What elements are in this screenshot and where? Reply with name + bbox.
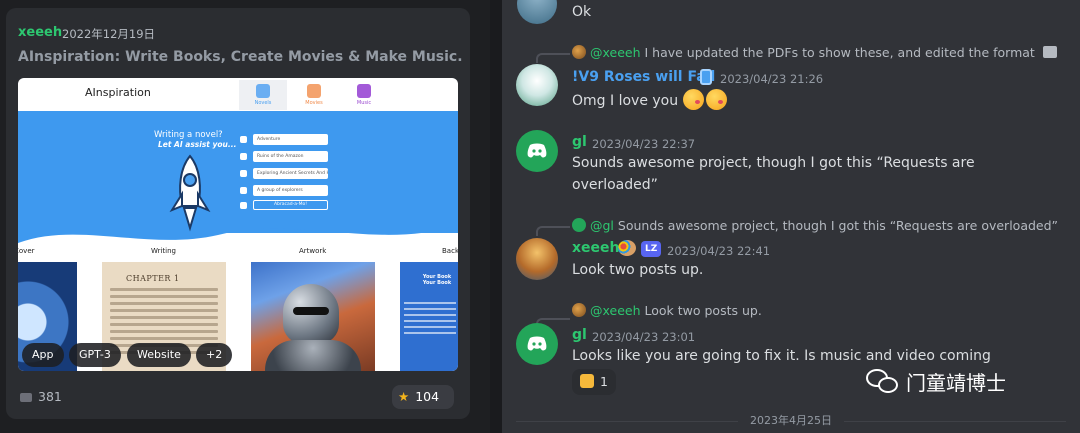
reply-text: I have updated the PDFs to show these, a… xyxy=(644,45,1035,60)
message-text: Sounds awesome project, though I got thi… xyxy=(572,155,975,193)
tag-gpt3[interactable]: GPT-3 xyxy=(69,343,121,367)
watermark-text: 门童靖博士 xyxy=(906,371,1006,395)
reply-preview[interactable]: @xeeeh Look two posts up. xyxy=(572,303,762,318)
reaction-count: 1 xyxy=(600,374,608,389)
post-author[interactable]: xeeeh xyxy=(18,25,62,40)
avatar xyxy=(572,303,586,317)
role-badge[interactable]: LZ xyxy=(641,241,662,257)
text-lines xyxy=(404,302,456,338)
preview-section-artwork: Artwork xyxy=(299,247,327,255)
back-tile: Your Book Your Book xyxy=(400,262,458,371)
robot-body xyxy=(265,340,361,371)
pane-divider xyxy=(490,0,502,433)
watermark: 门童靖博士 xyxy=(866,367,1006,396)
avatar xyxy=(572,218,586,232)
discord-logo-icon xyxy=(527,336,547,351)
forum-post-card[interactable]: xeeeh 2022年12月19日 AInspiration: Write Bo… xyxy=(6,8,470,419)
reply-connector xyxy=(536,53,570,63)
date-separator: 2023年4月25日 xyxy=(750,414,832,427)
preview-field-setting: Ruins of the Amazon xyxy=(253,151,328,162)
preview-section-writing: Writing xyxy=(151,247,176,255)
post-date: 2022年12月19日 xyxy=(62,27,156,41)
avatar[interactable] xyxy=(517,0,557,24)
settings-icon xyxy=(240,202,247,209)
username[interactable]: gl xyxy=(572,327,587,343)
preview-tab-music: Music xyxy=(340,80,388,110)
reply-connector xyxy=(536,226,570,236)
preview-generate-button: Abracad-a-Mo! xyxy=(253,200,328,210)
preview-tab-label: Music xyxy=(356,100,372,106)
comment-count-value: 381 xyxy=(38,389,62,404)
chat-bubble-icon xyxy=(20,393,32,402)
avatar[interactable] xyxy=(516,238,558,280)
kissing-face-icon xyxy=(682,89,704,110)
username[interactable]: gl xyxy=(572,134,587,150)
timestamp: 2023/04/23 21:26 xyxy=(720,72,824,86)
location-icon xyxy=(240,153,247,160)
username[interactable]: xeeeh xyxy=(572,240,619,256)
preview-field-plot: Exploring Ancient Secrets And Hidd... xyxy=(253,168,328,179)
reply-text: Sounds awesome project, though I got thi… xyxy=(617,218,1059,233)
preview-section-back: Back xyxy=(442,247,458,255)
preview-subheadline: Let AI assist you... xyxy=(158,140,237,149)
avatar[interactable] xyxy=(516,64,558,106)
rocket-illustration xyxy=(169,154,211,232)
message-body: Omg I love you xyxy=(572,93,679,109)
reply-username: @gl xyxy=(590,218,614,233)
back-title: Your Book Your Book xyxy=(422,274,452,286)
preview-tab-label: Novels xyxy=(254,100,272,106)
tag-website[interactable]: Website xyxy=(127,343,191,367)
reaction-thumbs-up[interactable]: 1 xyxy=(572,369,616,395)
tag-app[interactable]: App xyxy=(22,343,64,367)
robot-visor xyxy=(293,307,329,315)
preview-wave xyxy=(18,213,458,243)
preview-field-genre: Adventure xyxy=(253,134,328,145)
genre-icon xyxy=(240,136,247,143)
comment-count[interactable]: 381 xyxy=(20,389,62,404)
kissing-face-icon xyxy=(705,89,727,110)
timestamp: 2023/04/23 23:01 xyxy=(592,330,696,344)
avatar[interactable] xyxy=(516,323,558,365)
star-reaction-button[interactable]: ★ 104 xyxy=(392,385,454,409)
rocket-icon xyxy=(256,84,270,98)
message-text: Ok xyxy=(572,4,592,20)
preview-tab-novels: Novels xyxy=(239,80,287,110)
preview-tab-movies: Movies xyxy=(290,80,338,110)
discord-logo-icon xyxy=(527,143,547,158)
reply-username: @xeeeh xyxy=(590,45,641,60)
characters-icon xyxy=(240,187,247,194)
preview-section-cover: Cover xyxy=(18,247,35,255)
username[interactable]: !V9 Roses will Fall xyxy=(572,69,715,85)
avatar[interactable] xyxy=(516,130,558,172)
preview-site-name: AInspiration xyxy=(85,86,151,99)
music-icon xyxy=(357,84,371,98)
reply-username: @xeeeh xyxy=(590,303,641,318)
thumbs-up-icon xyxy=(580,374,594,388)
post-preview-image[interactable]: AInspiration Novels Movies Music Writing… xyxy=(18,78,458,371)
post-title[interactable]: AInspiration: Write Books, Create Movies… xyxy=(18,49,463,65)
timestamp: 2023/04/23 22:41 xyxy=(667,244,771,258)
preview-headline: Writing a novel? xyxy=(154,130,223,140)
chapter-heading: CHAPTER 1 xyxy=(126,274,180,283)
artwork-tile xyxy=(251,262,375,371)
preview-tab-label: Movies xyxy=(305,100,323,106)
reaction-count: 104 xyxy=(415,389,440,404)
timestamp: 2023/04/23 22:37 xyxy=(592,137,696,151)
star-icon: ★ xyxy=(398,389,410,404)
preview-field-characters: A group of explorers xyxy=(253,185,328,196)
message-text: Omg I love you xyxy=(572,89,729,112)
palette-icon xyxy=(618,240,636,256)
film-icon xyxy=(307,84,321,98)
shield-badge-icon xyxy=(700,69,712,85)
reply-preview[interactable]: @gl Sounds awesome project, though I got… xyxy=(572,218,1058,233)
image-icon xyxy=(1042,46,1057,58)
wechat-icon xyxy=(866,369,900,395)
reply-preview[interactable]: @xeeeh I have updated the PDFs to show t… xyxy=(572,45,1057,60)
forum-pane: xeeeh 2022年12月19日 AInspiration: Write Bo… xyxy=(0,0,490,433)
avatar xyxy=(572,45,586,59)
reply-text: Look two posts up. xyxy=(644,303,762,318)
tag-more[interactable]: +2 xyxy=(196,343,233,367)
message-text: Look two posts up. xyxy=(572,262,704,278)
plot-icon xyxy=(240,170,247,177)
